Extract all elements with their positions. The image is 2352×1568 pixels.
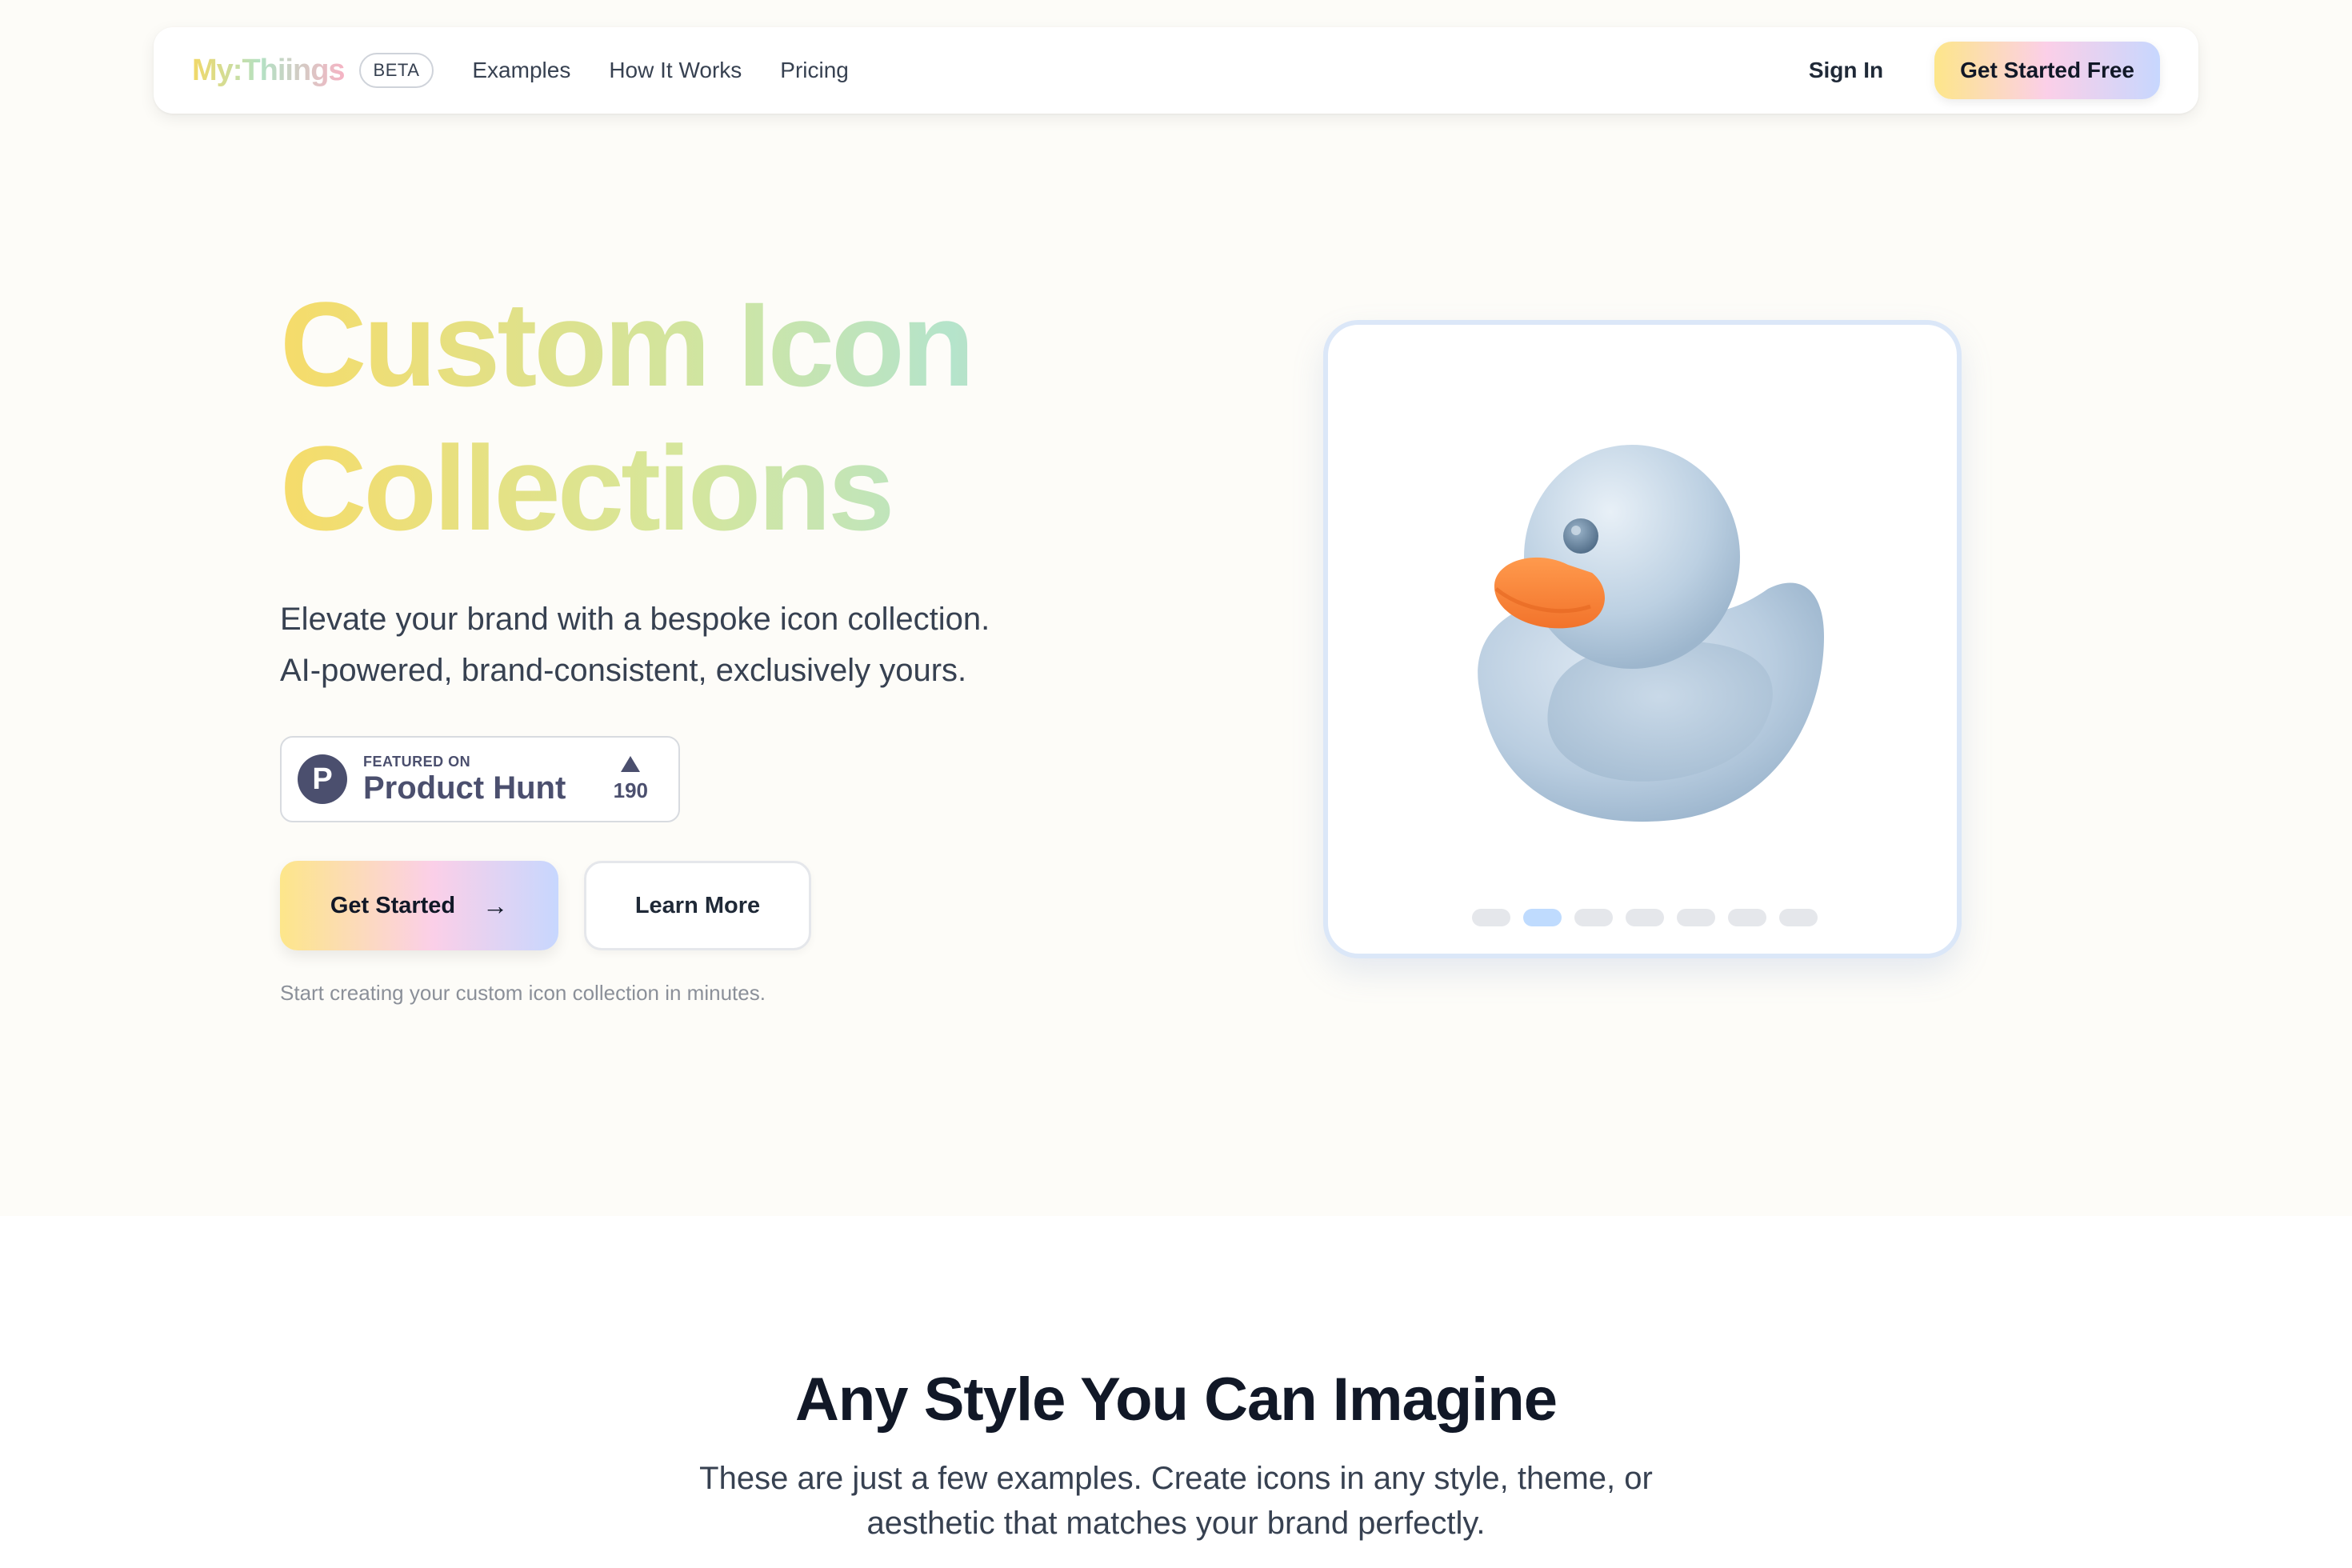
carousel-dots	[1472, 909, 1818, 926]
hero-subtitle: Elevate your brand with a bespoke icon c…	[280, 594, 1160, 696]
nav-links: Examples How It Works Pricing	[472, 58, 848, 83]
sign-in-link[interactable]: Sign In	[1809, 58, 1883, 83]
nav-link-pricing[interactable]: Pricing	[780, 58, 849, 83]
nav-actions: Sign In Get Started Free	[1809, 42, 2160, 99]
hero-subtitle-line-1: Elevate your brand with a bespoke icon c…	[280, 602, 990, 637]
hero-note: Start creating your custom icon collecti…	[280, 981, 766, 1005]
arrow-right-icon: →	[482, 890, 509, 920]
product-hunt-name: Product Hunt	[363, 770, 566, 806]
styles-section-subtitle-line-2: aesthetic that matches your brand perfec…	[866, 1506, 1486, 1541]
carousel-dot-1[interactable]	[1472, 909, 1510, 926]
carousel-dot-5[interactable]	[1677, 909, 1715, 926]
hero-subtitle-line-2: AI-powered, brand-consistent, exclusivel…	[280, 653, 967, 688]
carousel-dot-7[interactable]	[1779, 909, 1818, 926]
product-hunt-featured-label: FEATURED ON	[363, 753, 471, 770]
get-started-label: Get Started	[330, 892, 456, 918]
styles-section-title: Any Style You Can Imagine	[795, 1366, 1558, 1434]
product-hunt-votes: 190	[613, 755, 648, 803]
hero-section: Custom Icon Collections Elevate your bra…	[0, 0, 2352, 1216]
nav-link-examples[interactable]: Examples	[472, 58, 570, 83]
logo[interactable]: My:Thiings	[192, 54, 346, 88]
carousel-dot-2[interactable]	[1523, 909, 1562, 926]
nav-link-how-it-works[interactable]: How It Works	[609, 58, 742, 83]
get-started-button[interactable]: Get Started →	[280, 861, 558, 950]
upvote-arrow-icon	[621, 755, 641, 772]
product-hunt-badge[interactable]: P FEATURED ON Product Hunt 190	[280, 736, 680, 822]
carousel-dot-4[interactable]	[1626, 909, 1664, 926]
carousel-dot-3[interactable]	[1574, 909, 1613, 926]
carousel-dot-6[interactable]	[1728, 909, 1766, 926]
beta-badge: BETA	[358, 53, 434, 88]
styles-section-subtitle: These are just a few examples. Create ic…	[656, 1456, 1696, 1546]
styles-section: Any Style You Can Imagine These are just…	[0, 1216, 2352, 1568]
hero-title-line-2: Collections	[280, 416, 1240, 560]
product-hunt-text: FEATURED ON Product Hunt	[363, 754, 566, 806]
hero-title: Custom Icon Collections	[280, 272, 1240, 560]
learn-more-button[interactable]: Learn More	[584, 861, 811, 950]
navbar: My:Thiings BETA Examples How It Works Pr…	[154, 27, 2198, 114]
get-started-free-button[interactable]: Get Started Free	[1934, 42, 2160, 99]
page: Custom Icon Collections Elevate your bra…	[0, 0, 2352, 1568]
product-hunt-icon: P	[298, 754, 347, 804]
hero-title-line-1: Custom Icon	[280, 272, 1240, 416]
rubber-duck-icon	[1478, 445, 1824, 822]
styles-section-subtitle-line-1: These are just a few examples. Create ic…	[699, 1461, 1653, 1496]
icon-showcase-card	[1323, 320, 1962, 958]
product-hunt-vote-count: 190	[613, 778, 648, 802]
